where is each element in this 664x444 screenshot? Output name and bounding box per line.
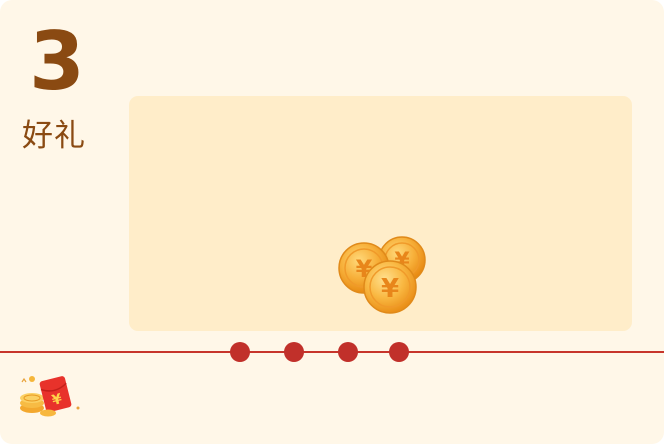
step-number: 3: [29, 15, 85, 108]
red-packet-icon: ¥: [20, 376, 80, 417]
step-label: 好礼: [22, 118, 86, 154]
progress-track: [0, 351, 664, 353]
yuan-coins-icon: ¥ ¥ ¥: [338, 236, 426, 314]
progress-dot: [338, 342, 358, 362]
reward-step-card: 3 好礼 ¥ ¥ ¥ ¥: [0, 0, 664, 444]
progress-dot: [230, 342, 250, 362]
svg-text:¥: ¥: [381, 274, 399, 304]
progress-dot: [389, 342, 409, 362]
progress-dot: [284, 342, 304, 362]
